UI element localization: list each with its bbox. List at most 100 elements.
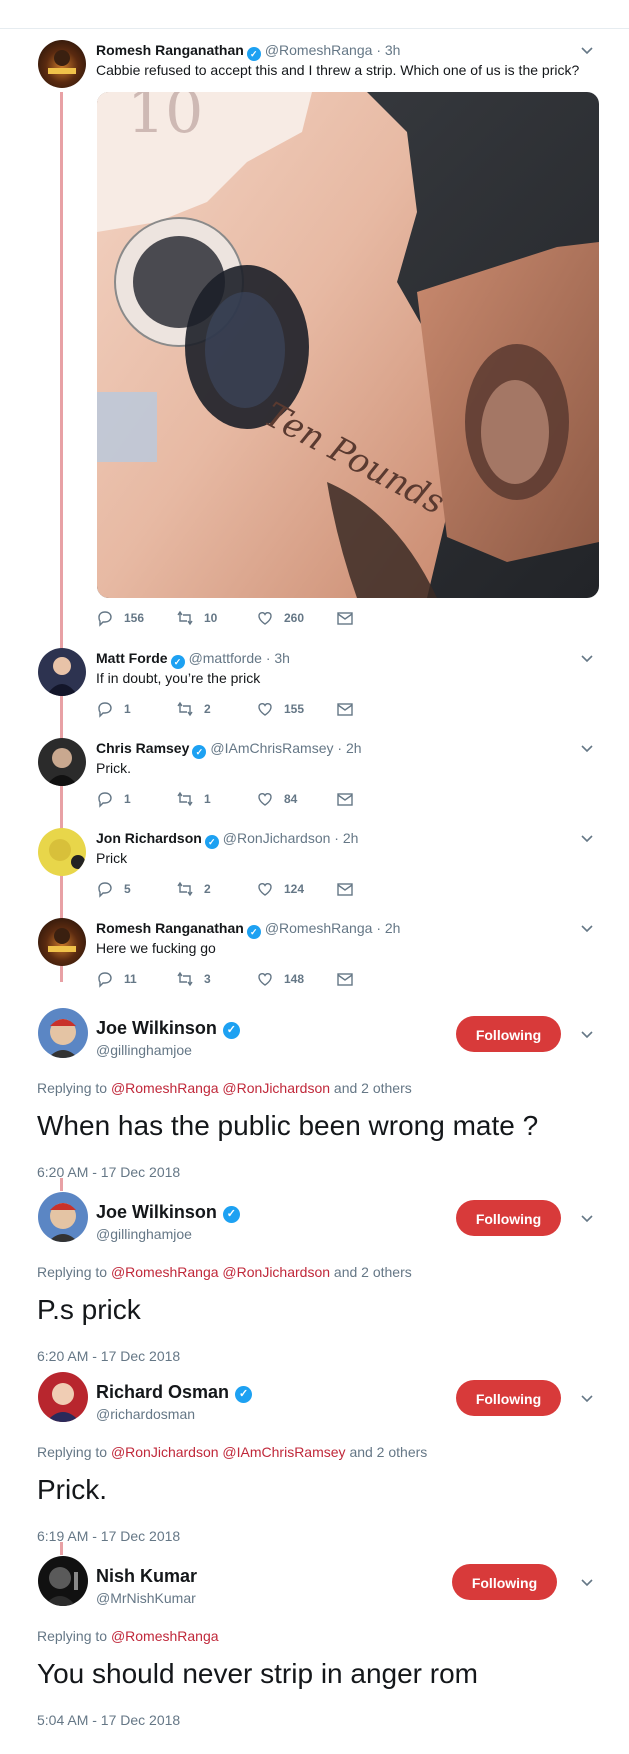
envelope-icon (337, 612, 353, 625)
verified-icon: ✓ (222, 1206, 240, 1223)
like-button[interactable]: 148 (256, 969, 304, 989)
message-button[interactable] (336, 969, 364, 989)
heart-icon (258, 793, 272, 806)
tweet-text: When has the public been wrong mate ? (37, 1110, 539, 1141)
author-name[interactable]: Joe Wilkinson ✓ (96, 1200, 244, 1224)
reply-icon (98, 702, 112, 718)
avatar[interactable] (38, 738, 86, 786)
author-name[interactable]: Chris Ramsey (96, 740, 189, 756)
author-name[interactable]: Richard Osman ✓ (96, 1380, 256, 1404)
message-button[interactable] (336, 879, 364, 899)
top-divider (0, 28, 629, 29)
author-name[interactable]: Nish Kumar (96, 1564, 197, 1588)
like-button[interactable]: 84 (256, 789, 297, 809)
tweet-photo[interactable]: Ten Pounds 10 (97, 92, 599, 598)
chevron-down-icon[interactable] (579, 650, 595, 666)
reply-button[interactable]: 1 (96, 699, 131, 719)
chevron-down-icon[interactable] (579, 1026, 595, 1042)
author-name[interactable]: Joe Wilkinson ✓ (96, 1016, 244, 1040)
message-button[interactable] (336, 699, 364, 719)
message-button[interactable] (336, 789, 364, 809)
retweet-icon (177, 610, 193, 626)
like-button[interactable]: 260 (256, 608, 304, 628)
reply-button[interactable]: 5 (96, 879, 131, 899)
following-button[interactable]: Following (456, 1380, 561, 1416)
retweet-button[interactable]: 2 (176, 879, 211, 899)
like-button[interactable]: 155 (256, 699, 304, 719)
tweet-date[interactable]: 5:04 AM - 17 Dec 2018 (37, 1712, 180, 1728)
chevron-down-icon[interactable] (579, 1210, 595, 1226)
following-button[interactable]: Following (452, 1564, 557, 1600)
chevron-down-icon[interactable] (579, 1390, 595, 1406)
chevron-down-icon[interactable] (579, 740, 595, 756)
mention-links[interactable]: @RomeshRanga @RonJichardson (111, 1080, 330, 1096)
tweet-date[interactable]: 6:19 AM - 17 Dec 2018 (37, 1528, 180, 1544)
mention-links[interactable]: @RonJichardson @IAmChrisRamsey (111, 1444, 346, 1460)
retweet-icon (177, 971, 193, 987)
chevron-down-icon[interactable] (579, 830, 595, 846)
author-handle[interactable]: @gillinghamjoe (96, 1042, 192, 1058)
mention-links[interactable]: @RomeshRanga @RonJichardson (111, 1264, 330, 1280)
tweet-text: If in doubt, you’re the prick (96, 670, 261, 686)
verified-icon: ✓ (246, 47, 261, 61)
verified-icon: ✓ (204, 835, 219, 849)
author-handle[interactable]: @RomeshRanga (265, 920, 373, 936)
author-handle[interactable]: @gillinghamjoe (96, 1226, 192, 1242)
author-handle[interactable]: @MrNishKumar (96, 1590, 196, 1606)
tweet-text: Prick (96, 850, 128, 866)
tweet-header: Chris Ramsey ✓ @IAmChrisRamsey · 2h (96, 738, 362, 759)
expanded-tweet-1[interactable]: Joe Wilkinson ✓ @gillinghamjoe Following … (0, 1008, 629, 1188)
author-name[interactable]: Matt Forde (96, 650, 168, 666)
heart-icon (258, 612, 272, 625)
author-handle[interactable]: @RomeshRanga (265, 42, 373, 58)
replying-to: Replying to @RomeshRanga @RonJichardson … (37, 1264, 412, 1280)
retweet-button[interactable]: 10 (176, 608, 217, 628)
chevron-down-icon[interactable] (579, 1574, 595, 1590)
tweet-text: P.s prick (37, 1294, 141, 1325)
author-handle[interactable]: @richardosman (96, 1406, 195, 1422)
expanded-tweet-4[interactable]: Nish Kumar @MrNishKumar Following Replyi… (0, 1556, 629, 1746)
tweet-date[interactable]: 6:20 AM - 17 Dec 2018 (37, 1164, 180, 1180)
reply-button[interactable]: 1 (96, 789, 131, 809)
tweet-time[interactable]: · 2h (334, 830, 358, 846)
avatar[interactable] (38, 1008, 88, 1058)
avatar[interactable] (38, 1372, 88, 1422)
tweet-time[interactable]: · 2h (337, 740, 361, 756)
message-button[interactable] (336, 608, 364, 628)
avatar[interactable] (38, 1556, 88, 1606)
tweet-date[interactable]: 6:20 AM - 17 Dec 2018 (37, 1348, 180, 1364)
avatar[interactable] (38, 1192, 88, 1242)
retweet-button[interactable]: 1 (176, 789, 211, 809)
expanded-tweet-3[interactable]: Richard Osman ✓ @richardosman Following R… (0, 1372, 629, 1552)
author-name[interactable]: Jon Richardson (96, 830, 202, 846)
chevron-down-icon[interactable] (579, 920, 595, 936)
thread-connector (60, 1178, 63, 1191)
avatar[interactable] (38, 648, 86, 696)
expanded-tweet-2[interactable]: Joe Wilkinson ✓ @gillinghamjoe Following … (0, 1192, 629, 1372)
author-name[interactable]: Romesh Ranganathan (96, 42, 244, 58)
author-handle[interactable]: @mattforde (189, 650, 262, 666)
tweet-actions: 11 3 148 (96, 969, 376, 989)
heart-icon (258, 973, 272, 986)
tweet-time[interactable]: · 2h (376, 920, 400, 936)
reply-button[interactable]: 156 (96, 608, 144, 628)
tweet-time[interactable]: · 3h (266, 650, 290, 666)
like-button[interactable]: 124 (256, 879, 304, 899)
tweet-text: You should never strip in anger rom (37, 1658, 478, 1689)
tweet-text: Prick. (37, 1474, 107, 1505)
mention-links[interactable]: @RomeshRanga (111, 1628, 219, 1644)
avatar[interactable] (38, 918, 86, 966)
following-button[interactable]: Following (456, 1016, 561, 1052)
tweet-time[interactable]: · 3h (376, 42, 400, 58)
author-handle[interactable]: @RonJichardson (223, 830, 331, 846)
avatar[interactable] (38, 40, 86, 88)
avatar[interactable] (38, 828, 86, 876)
chevron-down-icon[interactable] (579, 42, 595, 58)
author-name[interactable]: Romesh Ranganathan (96, 920, 244, 936)
reply-button[interactable]: 11 (96, 969, 137, 989)
envelope-icon (337, 973, 353, 986)
retweet-button[interactable]: 3 (176, 969, 211, 989)
author-handle[interactable]: @IAmChrisRamsey (210, 740, 333, 756)
following-button[interactable]: Following (456, 1200, 561, 1236)
retweet-button[interactable]: 2 (176, 699, 211, 719)
